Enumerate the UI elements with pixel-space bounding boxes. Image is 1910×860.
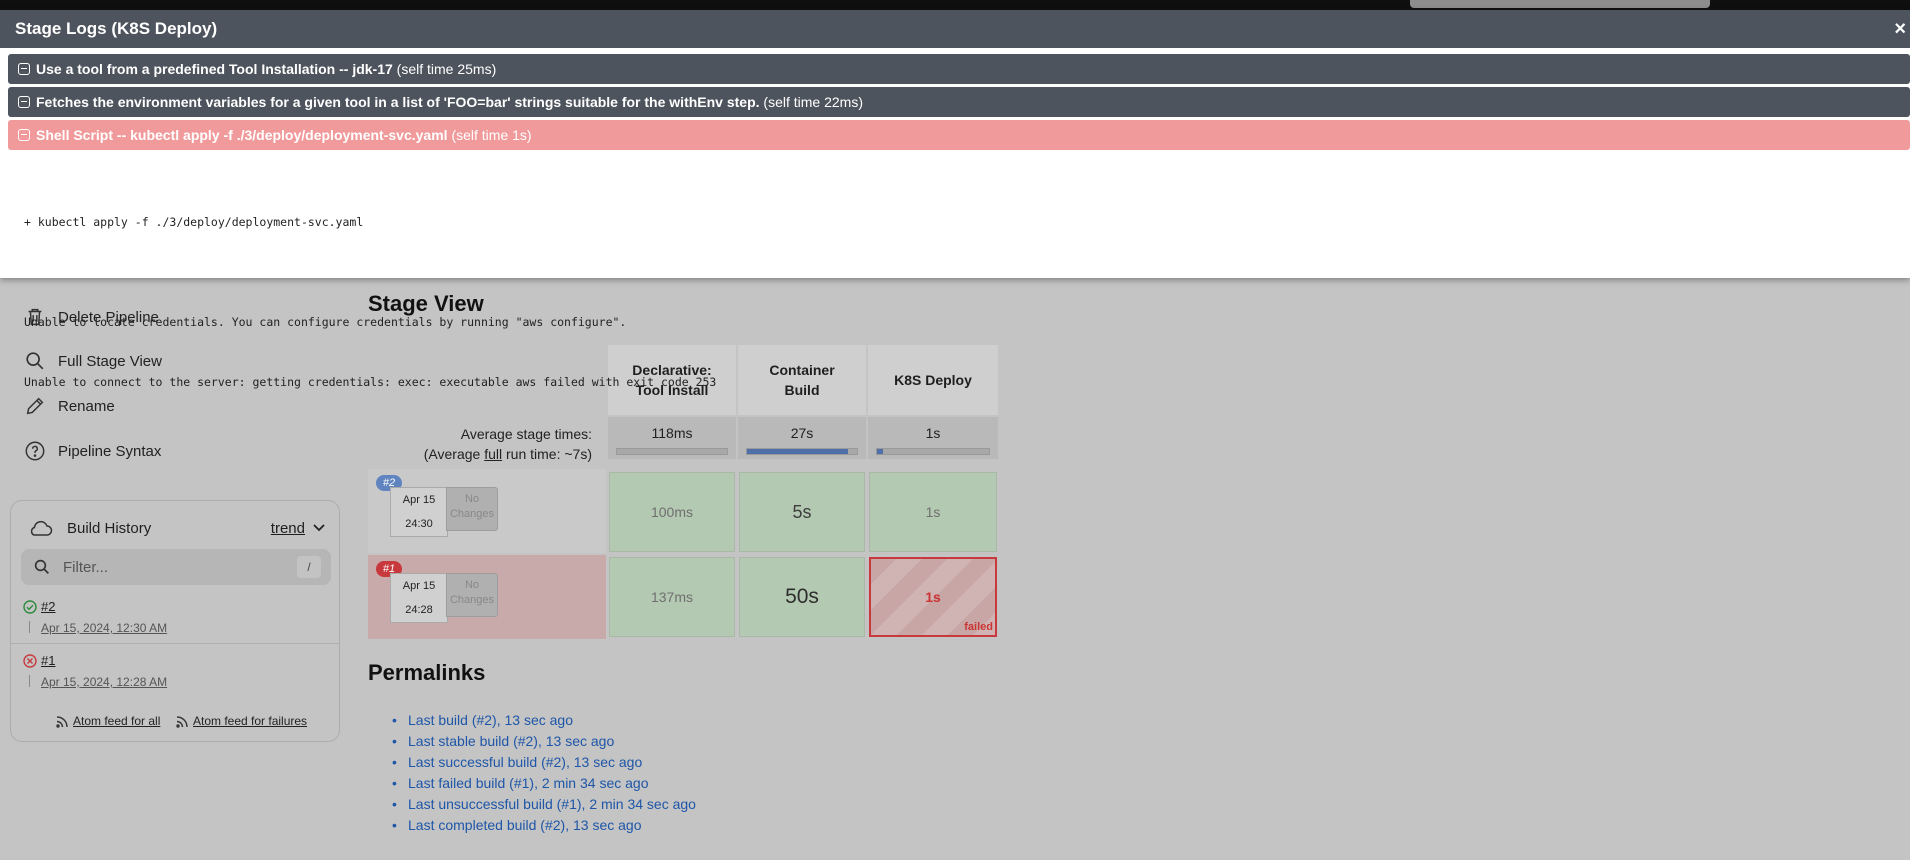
atom-feed-all-label: Atom feed for all xyxy=(73,714,161,728)
permalink-last-stable-build[interactable]: Last stable build (#2), 13 sec ago xyxy=(392,731,696,752)
build-history-header: Build History trend xyxy=(27,513,325,543)
cloud-icon xyxy=(30,520,53,536)
build-number[interactable]: #1 xyxy=(41,653,55,668)
avg-run-time-text: (Average full run time: ~7s) xyxy=(368,444,592,464)
step-title: Use a tool from a predefined Tool Instal… xyxy=(36,61,393,77)
console-output: + kubectl apply -f ./3/deploy/deployment… xyxy=(24,172,716,432)
step-title: Shell Script -- kubectl apply -f ./3/dep… xyxy=(36,127,448,143)
permalink-last-successful-build[interactable]: Last successful build (#2), 13 sec ago xyxy=(392,752,696,773)
step-time: (self time 25ms) xyxy=(396,61,497,77)
permalink-last-completed-build[interactable]: Last completed build (#2), 13 sec ago xyxy=(392,815,696,836)
search-icon xyxy=(34,559,49,574)
run-row-1[interactable]: #1 Apr 15 24:28 No Changes xyxy=(368,555,606,639)
log-line: Unable to connect to the server: getting… xyxy=(24,375,717,389)
trend-link[interactable]: trend xyxy=(271,520,325,537)
permalinks-title: Permalinks xyxy=(368,660,486,685)
run-date-box: Apr 15 24:30 xyxy=(390,487,448,537)
avg-time-cell: 1s xyxy=(868,417,998,459)
changes-box[interactable]: No Changes xyxy=(446,573,498,617)
build-history-title: Build History xyxy=(67,519,152,537)
step-title: Fetches the environment variables for a … xyxy=(36,94,760,110)
chevron-down-icon xyxy=(313,524,325,532)
changes-text: No xyxy=(464,493,480,505)
stage-cell[interactable]: 5s xyxy=(739,472,865,552)
collapse-icon xyxy=(18,96,30,108)
sidebar-item-label: Pipeline Syntax xyxy=(58,442,162,460)
avg-run-full: full xyxy=(484,446,503,462)
build-date[interactable]: Apr 15, 2024, 12:30 AM xyxy=(41,621,167,635)
run-date: Apr 15 xyxy=(402,580,436,592)
stage-cell-failed[interactable]: 1s failed xyxy=(869,557,997,637)
run-row-2[interactable]: #2 Apr 15 24:30 No Changes xyxy=(368,469,606,553)
avg-progress-fill xyxy=(877,449,883,454)
divider xyxy=(11,643,339,644)
help-icon xyxy=(24,440,46,462)
atom-feed-all-link[interactable]: Atom feed for all xyxy=(56,714,160,728)
run-time: 24:30 xyxy=(405,518,433,530)
log-step-shell-script[interactable]: Shell Script -- kubectl apply -f ./3/dep… xyxy=(8,120,1910,150)
avg-time-cell: 27s xyxy=(738,417,866,459)
avg-progress-track xyxy=(876,448,990,455)
avg-time: 27s xyxy=(790,425,814,441)
rss-icon xyxy=(176,715,188,728)
failed-label: failed xyxy=(964,621,993,633)
avg-progress-track xyxy=(616,448,728,455)
changes-text: No xyxy=(464,579,480,591)
atom-feed-failures-link[interactable]: Atom feed for failures xyxy=(176,714,307,728)
stage-cell[interactable]: 100ms xyxy=(609,472,735,552)
log-line: Unable to locate credentials. You can co… xyxy=(24,315,627,329)
collapse-icon xyxy=(18,63,30,75)
failed-icon xyxy=(23,654,37,668)
avg-progress-fill xyxy=(747,449,849,454)
changes-text: Changes xyxy=(449,594,495,606)
avg-run-prefix: (Average xyxy=(423,446,485,462)
trend-label: trend xyxy=(270,519,305,537)
avg-run-suffix: run time: ~7s) xyxy=(502,446,592,462)
run-date-box: Apr 15 24:28 xyxy=(390,573,448,623)
run-date: Apr 15 xyxy=(402,494,436,506)
sidebar-item-pipeline-syntax[interactable]: Pipeline Syntax xyxy=(24,440,161,462)
build-filter[interactable]: / xyxy=(21,549,331,585)
step-time: (self time 22ms) xyxy=(763,94,863,110)
stage-header-k8s-deploy: K8S Deploy xyxy=(868,345,998,415)
stage-header-line: K8S Deploy xyxy=(894,372,972,388)
top-bar xyxy=(0,0,1910,10)
log-line: + kubectl apply -f ./3/deploy/deployment… xyxy=(24,215,364,229)
step-time: (self time 1s) xyxy=(451,127,532,143)
build-date[interactable]: Apr 15, 2024, 12:28 AM xyxy=(41,675,167,689)
stage-logs-modal: Stage Logs (K8S Deploy) × Use a tool fro… xyxy=(0,10,1910,389)
stage-cell[interactable]: 50s xyxy=(739,557,865,637)
build-history-panel: Build History trend / #2 Apr 15, 2024, 1… xyxy=(10,500,340,742)
stage-cell[interactable]: 137ms xyxy=(609,557,735,637)
avg-progress-track xyxy=(746,448,858,455)
stage-cell-time: 1s xyxy=(925,589,941,605)
timeline-bar xyxy=(29,675,30,687)
collapse-icon xyxy=(18,129,30,141)
rss-icon xyxy=(56,715,68,728)
stage-cell[interactable]: 1s xyxy=(869,472,997,552)
atom-feed-failures-label: Atom feed for failures xyxy=(193,714,308,728)
permalink-last-failed-build[interactable]: Last failed build (#1), 2 min 34 sec ago xyxy=(392,773,696,794)
permalink-last-unsuccessful-build[interactable]: Last unsuccessful build (#1), 2 min 34 s… xyxy=(392,794,696,815)
stage-header-container-build: Container Build xyxy=(738,345,866,415)
modal-title: Stage Logs (K8S Deploy) xyxy=(0,10,1910,48)
log-step-tool-installation[interactable]: Use a tool from a predefined Tool Instal… xyxy=(8,54,1910,84)
header-search-box[interactable] xyxy=(1410,0,1710,8)
shortcut-hint: / xyxy=(297,556,321,578)
permalink-last-build[interactable]: Last build (#2), 13 sec ago xyxy=(392,710,696,731)
build-filter-input[interactable] xyxy=(61,557,295,577)
timeline-bar xyxy=(29,621,30,633)
close-icon[interactable]: × xyxy=(1894,19,1906,39)
stage-header-line: Build xyxy=(784,382,820,398)
stage-header-line: Container xyxy=(769,362,835,378)
build-number[interactable]: #2 xyxy=(41,599,55,614)
log-step-env-variables[interactable]: Fetches the environment variables for a … xyxy=(8,87,1910,117)
changes-text: Changes xyxy=(449,508,495,520)
permalinks-list: Last build (#2), 13 sec ago Last stable … xyxy=(392,710,696,836)
changes-box[interactable]: No Changes xyxy=(446,487,498,531)
success-icon xyxy=(23,600,37,614)
avg-time: 1s xyxy=(925,425,941,441)
run-time: 24:28 xyxy=(405,604,433,616)
